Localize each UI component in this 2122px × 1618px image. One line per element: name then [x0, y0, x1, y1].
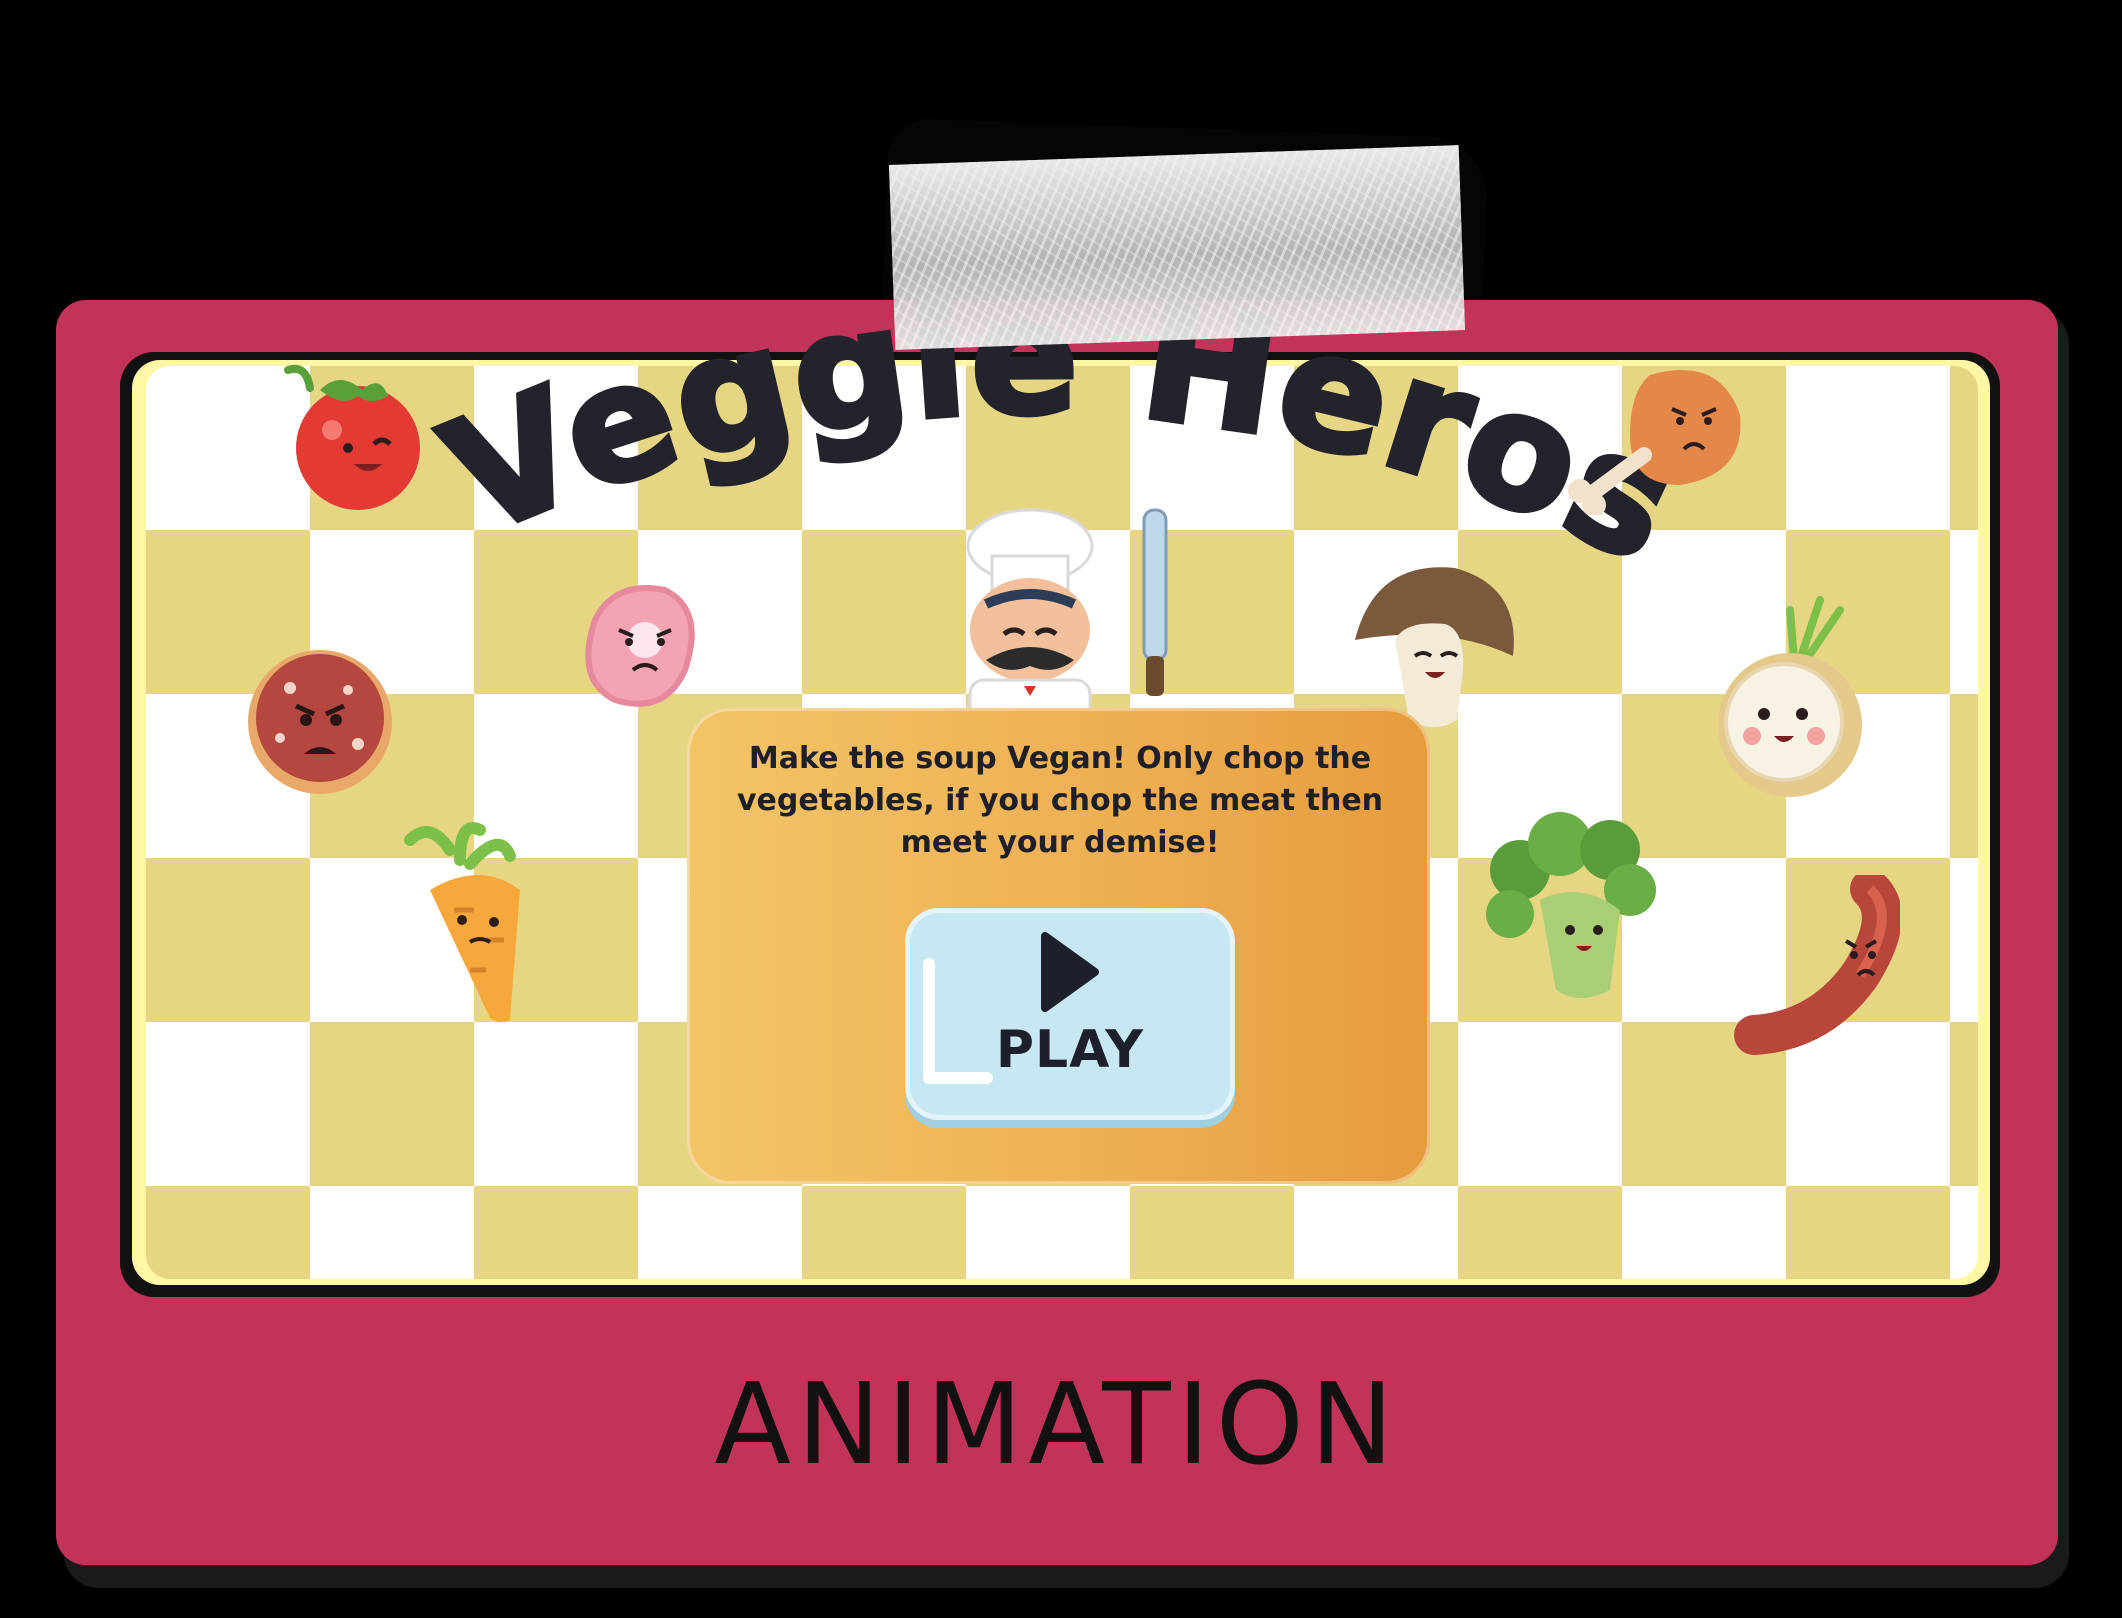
category-label: ANIMATION: [714, 1360, 1400, 1490]
chicken-drumstick-icon: [1568, 370, 1741, 515]
onion-icon: [1718, 596, 1862, 797]
carrot-icon: [404, 822, 520, 1023]
play-button[interactable]: PLAY: [905, 908, 1235, 1120]
play-button-label: PLAY: [995, 1020, 1145, 1080]
play-icon: [1041, 932, 1099, 1012]
broccoli-icon: [1486, 812, 1656, 998]
tomato-icon: [284, 364, 420, 510]
ham-icon: [585, 585, 695, 707]
tape-decoration: [888, 145, 1466, 350]
game-instructions: Make the soup Vegan! Only chop the veget…: [736, 741, 1384, 860]
chef-mascot-icon: [966, 508, 1168, 715]
sausage-icon: [1734, 875, 1900, 1055]
salami-icon: [248, 650, 392, 794]
